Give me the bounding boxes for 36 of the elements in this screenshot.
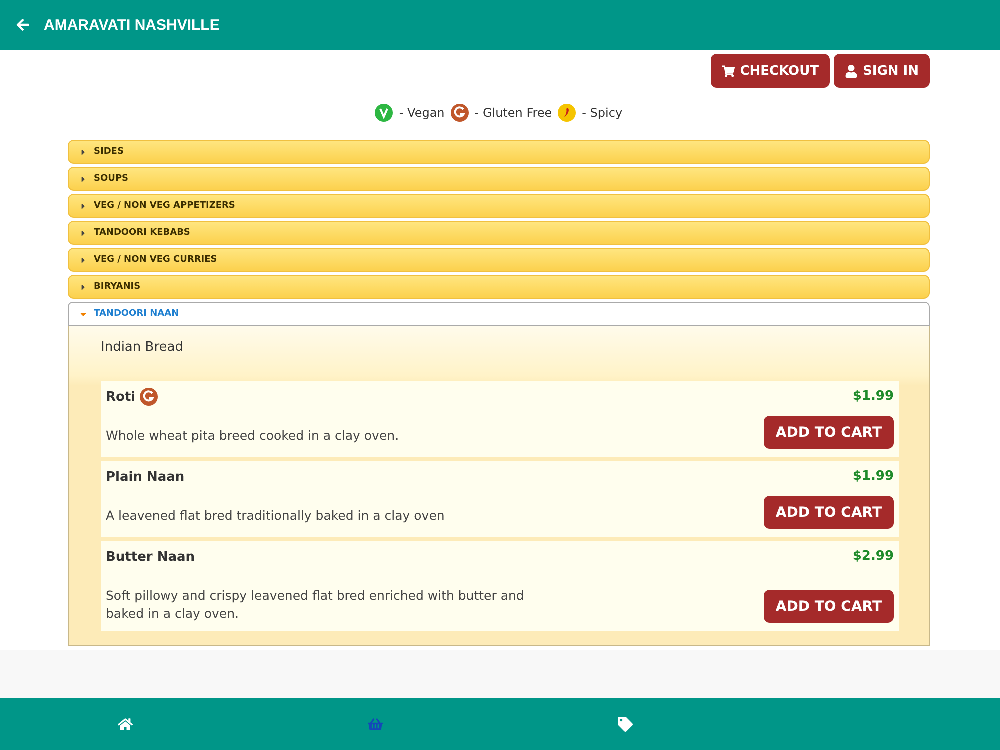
add-to-cart-button[interactable]: ADD TO CART [764,496,894,529]
basket-icon [368,716,382,732]
home-icon [118,716,132,732]
item-description: A leavened flat bred traditionally baked in a clay oven [106,507,445,525]
item-name: Roti [106,390,136,404]
sign-in-button[interactable]: SIGN IN [834,54,930,88]
user-icon [845,64,858,78]
chili-icon [558,104,576,122]
tag-icon [618,716,632,732]
back-arrow-icon [16,18,30,32]
legend-label: - Spicy [582,106,623,120]
item-price: $1.99 [852,468,894,484]
category-header[interactable]: VEG / NON VEG CURRIES [68,248,930,272]
restaurant-title: AMARAVATI NASHVILLE [44,16,220,34]
item-price: $2.99 [852,548,894,564]
category-subtitle: Indian Bread [101,340,184,355]
item-description: Soft pillowy and crispy leavened flat bred enriched with butter and baked in a clay oven. [106,587,526,623]
cart-icon [722,64,736,78]
item-name: Butter Naan [106,550,196,564]
legend-label: - Vegan [399,106,445,120]
checkout-button[interactable]: CHECKOUT [711,54,830,88]
category-header[interactable]: VEG / NON VEG APPETIZERS [68,194,930,218]
category-header[interactable]: BIRYANIS [68,275,930,299]
item-description: Whole wheat pita breed cooked in a clay oven. [106,427,400,445]
category-header[interactable]: SOUPS [68,167,930,191]
legend-label: - Gluten Free [474,106,552,120]
category-header[interactable]: TANDOORI NAAN [68,302,930,326]
gluten-free-icon [450,104,469,122]
item-price: $1.99 [852,388,894,404]
vegan-icon [375,104,394,122]
add-to-cart-button[interactable]: ADD TO CART [764,416,894,449]
category-header[interactable]: TANDOORI KEBABS [68,221,930,245]
add-to-cart-button[interactable]: ADD TO CART [764,590,894,623]
item-name: Plain Naan [106,470,185,484]
category-header[interactable]: SIDES [68,140,930,164]
back-button[interactable] [16,18,30,32]
